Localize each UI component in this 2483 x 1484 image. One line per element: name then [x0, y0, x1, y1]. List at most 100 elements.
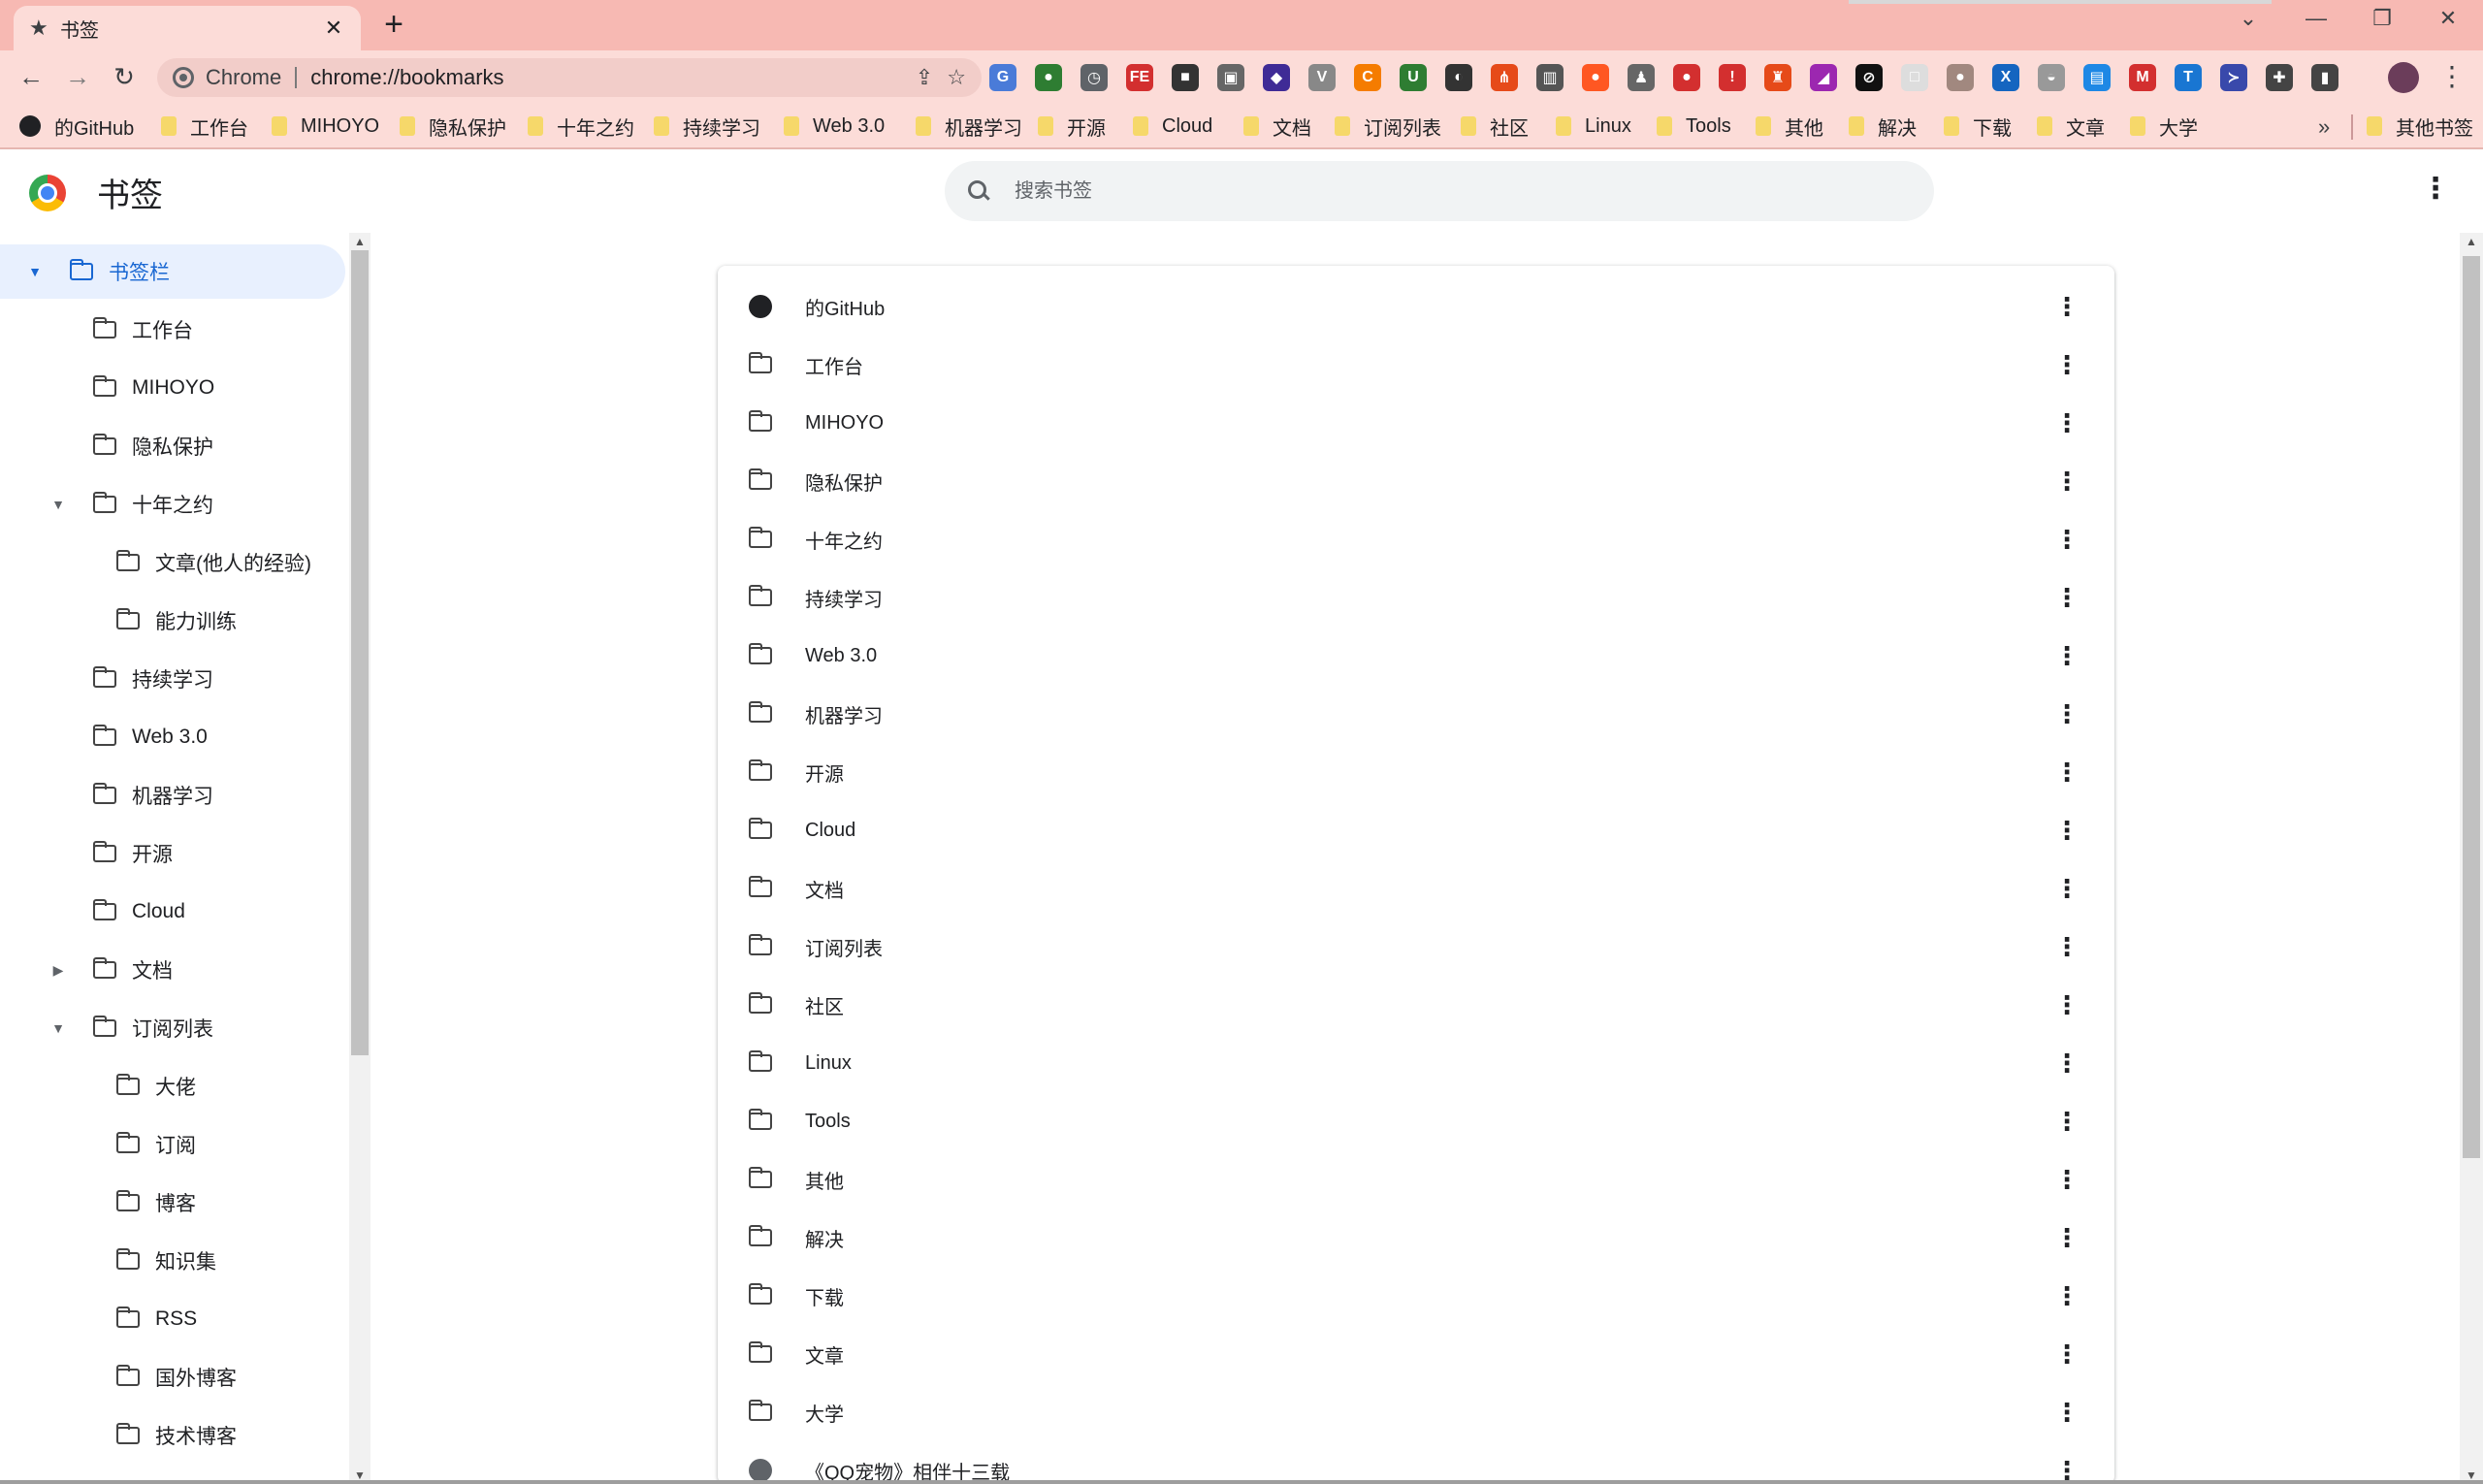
sidebar-folder[interactable]: Web 3.0	[0, 710, 345, 764]
more-actions-icon[interactable]: ⋮	[2054, 410, 2080, 436]
more-actions-icon[interactable]: ⋮	[2054, 294, 2080, 319]
sidebar-folder[interactable]: 国外博客	[0, 1350, 345, 1404]
more-actions-icon[interactable]: ⋮	[2054, 818, 2080, 843]
bookmark-bar-item[interactable]: 机器学习	[916, 113, 1022, 140]
x-ext-icon[interactable]: X	[1992, 64, 2019, 91]
sidebar-folder[interactable]: 大佬	[0, 1059, 345, 1113]
bookmark-bar-item[interactable]: 文章	[2037, 113, 2105, 140]
collapse-arrow-icon[interactable]: ▼	[25, 264, 45, 279]
more-actions-icon[interactable]: ⋮	[2054, 992, 2080, 1017]
collapse-arrow-icon[interactable]: ▼	[48, 1020, 68, 1036]
ghost-ext-icon[interactable]: ♟	[1628, 64, 1655, 91]
more-actions-icon[interactable]: ⋮	[2054, 527, 2080, 552]
sidebar-scrollbar[interactable]: ▲ ▼	[349, 233, 371, 1484]
forward-button[interactable]: →	[58, 60, 97, 93]
bookmark-row[interactable]: 文档 ⋮	[718, 859, 2114, 918]
address-bar[interactable]: Chrome chrome://bookmarks ⇪ ☆	[157, 58, 982, 97]
bookmark-row[interactable]: 的GitHub ⋮	[718, 277, 2114, 336]
more-actions-icon[interactable]: ⋮	[2054, 352, 2080, 377]
sidepanel-ext-icon[interactable]: ▮	[2311, 64, 2338, 91]
block-ext-icon[interactable]: ⊘	[1855, 64, 1883, 91]
share-icon[interactable]: ⇪	[916, 65, 933, 90]
close-tab-icon[interactable]: ✕	[322, 16, 345, 41]
bookmark-star-icon[interactable]: ☆	[947, 65, 966, 90]
sidebar-folder[interactable]: ▼ 书签栏	[0, 244, 345, 299]
shield-ext-icon[interactable]: ◒	[2038, 64, 2065, 91]
bookmarks-overflow-chevron[interactable]: »	[2318, 114, 2330, 140]
sidebar-folder[interactable]: 持续学习	[0, 652, 345, 706]
bookmark-row[interactable]: 开源 ⋮	[718, 743, 2114, 801]
bookmark-bar-item[interactable]: 开源	[1038, 113, 1106, 140]
bookmark-bar-item[interactable]: 订阅列表	[1335, 113, 1441, 140]
bookmark-row[interactable]: 持续学习 ⋮	[718, 568, 2114, 627]
sidebar-folder[interactable]: RSS	[0, 1292, 345, 1346]
bookmark-bar-item[interactable]: 社区	[1461, 113, 1529, 140]
bookmark-row[interactable]: 《QQ宠物》相伴十三载 ⋮	[718, 1441, 2114, 1484]
ublock-ext-icon[interactable]: U	[1400, 64, 1427, 91]
tab-bookmarks[interactable]: ★ 书签 ✕	[14, 6, 361, 50]
other-bookmarks[interactable]: 其他书签	[2367, 113, 2473, 140]
bookmark-row[interactable]: MIHOYO ⋮	[718, 394, 2114, 452]
museum-ext-icon[interactable]: ▥	[1536, 64, 1564, 91]
bookmark-row[interactable]: 工作台 ⋮	[718, 336, 2114, 394]
bookmark-row[interactable]: 订阅列表 ⋮	[718, 918, 2114, 976]
sidebar-folder[interactable]: 隐私保护	[0, 419, 345, 473]
expand-arrow-icon[interactable]: ▶	[48, 962, 68, 979]
bookmark-bar-item[interactable]: 工作台	[161, 113, 248, 140]
bookmark-bar-item[interactable]: 持续学习	[654, 113, 760, 140]
clock-ext-icon[interactable]: ◷	[1080, 64, 1108, 91]
sidebar-folder[interactable]: 开源	[0, 826, 345, 881]
more-actions-icon[interactable]: ⋮	[2054, 1109, 2080, 1134]
bookmark-bar-item[interactable]: 大学	[2130, 113, 2198, 140]
bookmark-bar-item[interactable]: Cloud	[1133, 113, 1212, 140]
bookmark-bar-item[interactable]: MIHOYO	[272, 113, 379, 140]
main-scrollbar[interactable]: ▲ ▼	[2460, 233, 2483, 1484]
more-actions-icon[interactable]: ⋮	[2054, 934, 2080, 959]
close-window-button[interactable]: ✕	[2429, 6, 2467, 31]
orange-ext-icon[interactable]: C	[1354, 64, 1381, 91]
main-scroll-thumb[interactable]	[2463, 256, 2480, 1158]
tree-ext-icon[interactable]: ⋔	[1491, 64, 1518, 91]
reload-button[interactable]: ↻	[105, 60, 144, 93]
tab-strip-drag-area[interactable]	[1849, 0, 2272, 4]
sidebar-folder[interactable]: 技术博客	[0, 1408, 345, 1463]
more-actions-icon[interactable]: ⋮	[2054, 1050, 2080, 1076]
translate-ext-icon[interactable]: G	[989, 64, 1016, 91]
new-tab-button[interactable]: +	[378, 8, 409, 41]
code-ext-icon[interactable]: ≻	[2220, 64, 2247, 91]
more-actions-icon[interactable]: ⋮	[2054, 759, 2080, 785]
bookmark-row[interactable]: 大学 ⋮	[718, 1383, 2114, 1441]
sidebar-folder[interactable]: 机器学习	[0, 768, 345, 823]
sidebar-folder[interactable]: ▼ 订阅列表	[0, 1001, 345, 1055]
sidebar-folder[interactable]: 能力训练	[0, 594, 345, 648]
bookmark-bar-item[interactable]: 隐私保护	[400, 113, 506, 140]
bookmark-bar-item[interactable]: 其他	[1756, 113, 1823, 140]
cookie-ext-icon[interactable]: ●	[1947, 64, 1974, 91]
fe-ext-icon[interactable]: FE	[1126, 64, 1153, 91]
bookmark-bar-item[interactable]: 文档	[1243, 113, 1311, 140]
sidebar-scroll-thumb[interactable]	[351, 250, 369, 1055]
tab-search-chevron-icon[interactable]: ⌄	[2229, 6, 2268, 31]
profile-avatar[interactable]	[2388, 62, 2419, 93]
bookmark-row[interactable]: Tools ⋮	[718, 1092, 2114, 1150]
puzzle-ext-icon[interactable]: ✚	[2266, 64, 2293, 91]
bookmark-bar-item[interactable]: 十年之约	[528, 113, 634, 140]
sidebar-folder[interactable]: 订阅	[0, 1117, 345, 1172]
more-actions-icon[interactable]: ⋮	[2054, 1167, 2080, 1192]
cube-ext-icon[interactable]: ■	[1172, 64, 1199, 91]
search-input[interactable]	[1015, 179, 1911, 203]
bookmark-row[interactable]: Web 3.0 ⋮	[718, 627, 2114, 685]
bookmark-bar-item[interactable]: 下载	[1944, 113, 2012, 140]
gradient-ext-icon[interactable]: ◢	[1810, 64, 1837, 91]
more-actions-icon[interactable]: ⋮	[2054, 701, 2080, 726]
bookmark-row[interactable]: 隐私保护 ⋮	[718, 452, 2114, 510]
sidebar-folder[interactable]: ▶ 文档	[0, 943, 345, 997]
bookmark-row[interactable]: Cloud ⋮	[718, 801, 2114, 859]
scroll-up-arrow-icon[interactable]: ▲	[2460, 235, 2483, 248]
chrome-menu-icon[interactable]: ⋮	[2438, 60, 2466, 93]
diamond-ext-icon[interactable]: ◆	[1263, 64, 1290, 91]
more-actions-icon[interactable]: ⋮	[2054, 643, 2080, 668]
back-button[interactable]: ←	[12, 60, 50, 93]
globe-ext-icon[interactable]: ●	[1035, 64, 1062, 91]
bookmark-row[interactable]: 社区 ⋮	[718, 976, 2114, 1034]
